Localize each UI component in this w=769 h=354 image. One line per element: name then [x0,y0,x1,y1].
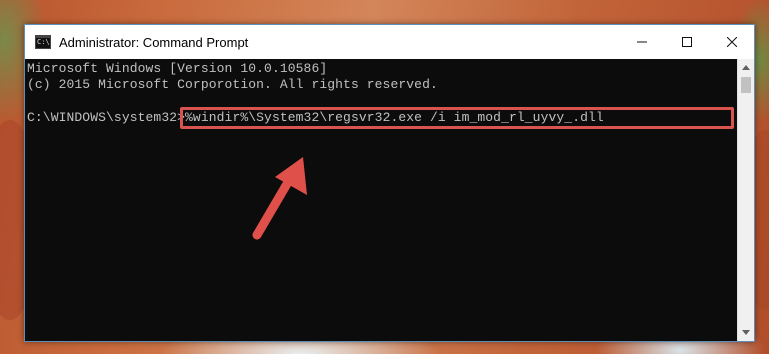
command-highlight-box [180,107,734,129]
console-line-copyright: (c) 2015 Microsoft Corporotion. All righ… [27,77,438,92]
command-prompt-icon: C:\ [35,35,51,49]
console-line-version: Microsoft Windows [Version 10.0.10586] [27,61,328,76]
minimize-button[interactable] [619,25,664,59]
window-controls [619,25,754,59]
minimize-icon [636,41,647,43]
title-bar[interactable]: C:\ Administrator: Command Prompt [25,25,754,59]
close-icon [726,37,737,47]
scroll-up-button[interactable] [738,59,754,76]
window-title: Administrator: Command Prompt [59,34,249,50]
scroll-down-button[interactable] [738,324,754,341]
vertical-scrollbar[interactable] [737,59,754,341]
pointer-arrow-icon [252,157,307,240]
scrollbar-thumb[interactable] [741,77,751,93]
close-button[interactable] [709,25,754,59]
prompt-text: C:\WINDOWS\system32> [27,110,186,125]
scroll-up-icon [742,65,750,70]
maximize-icon [681,37,692,47]
scroll-down-icon [742,330,750,335]
console-output[interactable]: Microsoft Windows [Version 10.0.10586] (… [25,59,737,341]
maximize-button[interactable] [664,25,709,59]
command-prompt-window: C:\ Administrator: Command Prompt Micros… [24,24,755,342]
